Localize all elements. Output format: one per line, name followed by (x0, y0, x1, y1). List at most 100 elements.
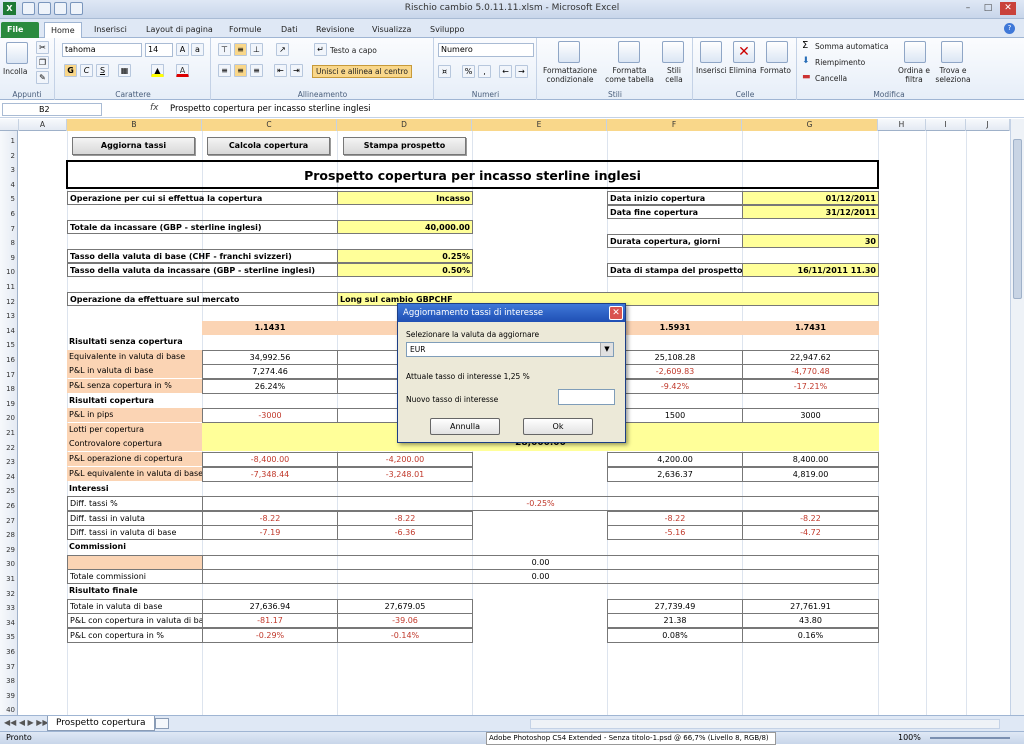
row-header[interactable]: 3 (0, 160, 18, 175)
maximize-button[interactable]: □ (980, 2, 996, 15)
paste-icon[interactable] (6, 42, 28, 64)
tab-file[interactable]: File (1, 22, 39, 38)
conditional-format-icon[interactable] (558, 41, 580, 63)
data-cell[interactable]: -0.14% (337, 628, 473, 643)
tab-page-layout[interactable]: Layout di pagina (140, 22, 219, 38)
format-icon[interactable] (766, 41, 788, 63)
data-cell[interactable]: 27,739.49 (607, 599, 743, 614)
tab-insert[interactable]: Inserisci (88, 22, 133, 38)
column-header[interactable]: A (19, 119, 67, 131)
currency-select[interactable]: EUR ▼ (406, 342, 614, 357)
delete-button[interactable]: Elimina (729, 66, 757, 75)
format-table-icon[interactable] (618, 41, 640, 63)
row-header[interactable]: 12 (0, 292, 18, 307)
zoom-level[interactable]: 100% (898, 733, 921, 742)
format-painter-icon[interactable]: ✎ (36, 71, 49, 84)
row-header[interactable]: 40 (0, 700, 18, 715)
date-end-value[interactable]: 31/12/2011 (742, 205, 879, 219)
row-header[interactable]: 7 (0, 219, 18, 234)
column-header[interactable]: H (878, 119, 926, 131)
row-header[interactable]: 9 (0, 248, 18, 263)
total-value[interactable]: 40,000.00 (337, 220, 473, 234)
print-date-value[interactable]: 16/11/2011 11.30 (742, 263, 879, 277)
date-start-value[interactable]: 01/12/2011 (742, 191, 879, 205)
row-header[interactable]: 18 (0, 379, 18, 394)
row-header[interactable]: 14 (0, 321, 18, 336)
data-cell[interactable]: 0.00 (202, 569, 879, 584)
data-cell[interactable]: -81.17 (202, 613, 338, 628)
column-header[interactable]: J (966, 119, 1010, 131)
data-cell[interactable]: 0.00 (202, 555, 879, 570)
font-color-icon[interactable]: A (176, 64, 189, 77)
data-cell[interactable]: 25,108.28 (607, 350, 743, 365)
data-cell[interactable]: 22,947.62 (742, 350, 879, 365)
data-cell[interactable]: -0.29% (202, 628, 338, 643)
data-cell[interactable]: 0.16% (742, 628, 879, 643)
row-header[interactable]: 31 (0, 569, 18, 584)
row-header[interactable]: 4 (0, 175, 18, 190)
merge-center-button[interactable]: Unisci e allinea al centro (312, 65, 413, 78)
format-button[interactable]: Formato (760, 66, 791, 75)
rate-base-value[interactable]: 0.25% (337, 249, 473, 263)
row-header[interactable]: 32 (0, 584, 18, 599)
cut-icon[interactable]: ✂ (36, 41, 49, 54)
find-select-icon[interactable] (941, 41, 963, 63)
fill-color-icon[interactable]: ▲ (151, 64, 164, 77)
wrap-text-button[interactable]: Testo a capo (330, 46, 377, 55)
font-name-select[interactable]: tahoma (62, 43, 142, 57)
tab-review[interactable]: Revisione (310, 22, 360, 38)
row-header[interactable]: 10 (0, 262, 18, 277)
sheet-tab-active[interactable]: Prospetto copertura (47, 716, 155, 731)
data-cell[interactable]: 27,679.05 (337, 599, 473, 614)
data-cell[interactable]: -0.25% (202, 496, 879, 511)
underline-button[interactable]: S (96, 64, 109, 77)
paste-label[interactable]: Incolla (3, 67, 27, 76)
shrink-font-icon[interactable]: a (191, 43, 204, 56)
data-cell[interactable]: -6.36 (337, 525, 473, 540)
row-header[interactable]: 22 (0, 438, 18, 453)
row-header[interactable]: 17 (0, 365, 18, 380)
format-table-button[interactable]: Formatta come tabella (602, 66, 657, 84)
ok-button[interactable]: Ok (523, 418, 593, 435)
tab-view[interactable]: Visualizza (366, 22, 417, 38)
row-header[interactable]: 13 (0, 306, 18, 321)
new-rate-input[interactable] (558, 389, 615, 405)
duration-value[interactable]: 30 (742, 234, 879, 248)
sheet-title[interactable]: Prospetto copertura per incasso sterline… (66, 160, 879, 189)
taskbar-photoshop[interactable]: Adobe Photoshop CS4 Extended - Senza tit… (486, 732, 776, 745)
align-middle-icon[interactable]: ≡ (234, 43, 247, 56)
data-cell[interactable]: 3000 (742, 408, 879, 423)
row-header[interactable]: 29 (0, 540, 18, 555)
name-box[interactable]: B2 (2, 103, 102, 116)
horizontal-scrollbar[interactable] (530, 719, 1000, 729)
percent-icon[interactable]: % (462, 65, 475, 78)
data-cell[interactable]: 1500 (607, 408, 743, 423)
data-cell[interactable]: -8.22 (202, 511, 338, 526)
tab-developer[interactable]: Sviluppo (424, 22, 470, 38)
row-header[interactable]: 8 (0, 233, 18, 248)
data-cell[interactable]: -7.19 (202, 525, 338, 540)
wrap-text-icon[interactable]: ↵ (314, 43, 327, 56)
italic-button[interactable]: C (80, 64, 93, 77)
data-cell[interactable]: 0.08% (607, 628, 743, 643)
clear-button[interactable]: Cancella (815, 74, 847, 83)
zoom-slider[interactable] (930, 737, 1010, 739)
row-header[interactable]: 23 (0, 452, 18, 467)
update-rates-button[interactable]: Aggiorna tassi (72, 137, 195, 155)
data-cell[interactable]: -3000 (202, 408, 338, 423)
number-format-select[interactable]: Numero (438, 43, 534, 57)
align-right-icon[interactable]: ≡ (250, 64, 263, 77)
data-cell[interactable]: -3,248.01 (337, 467, 473, 482)
tab-data[interactable]: Dati (275, 22, 303, 38)
data-cell[interactable]: 7,274.46 (202, 364, 338, 379)
cell-styles-button[interactable]: Stili cella (660, 66, 688, 84)
delete-icon[interactable]: ✕ (733, 41, 755, 63)
data-cell[interactable]: 26.24% (202, 379, 338, 394)
data-cell[interactable]: -8.22 (742, 511, 879, 526)
new-sheet-icon[interactable] (155, 718, 169, 729)
calculate-coverage-button[interactable]: Calcola copertura (207, 137, 330, 155)
scroll-thumb[interactable] (1013, 139, 1022, 299)
borders-icon[interactable]: ▦ (118, 64, 131, 77)
vertical-scrollbar[interactable] (1010, 119, 1024, 715)
row-header[interactable]: 16 (0, 350, 18, 365)
